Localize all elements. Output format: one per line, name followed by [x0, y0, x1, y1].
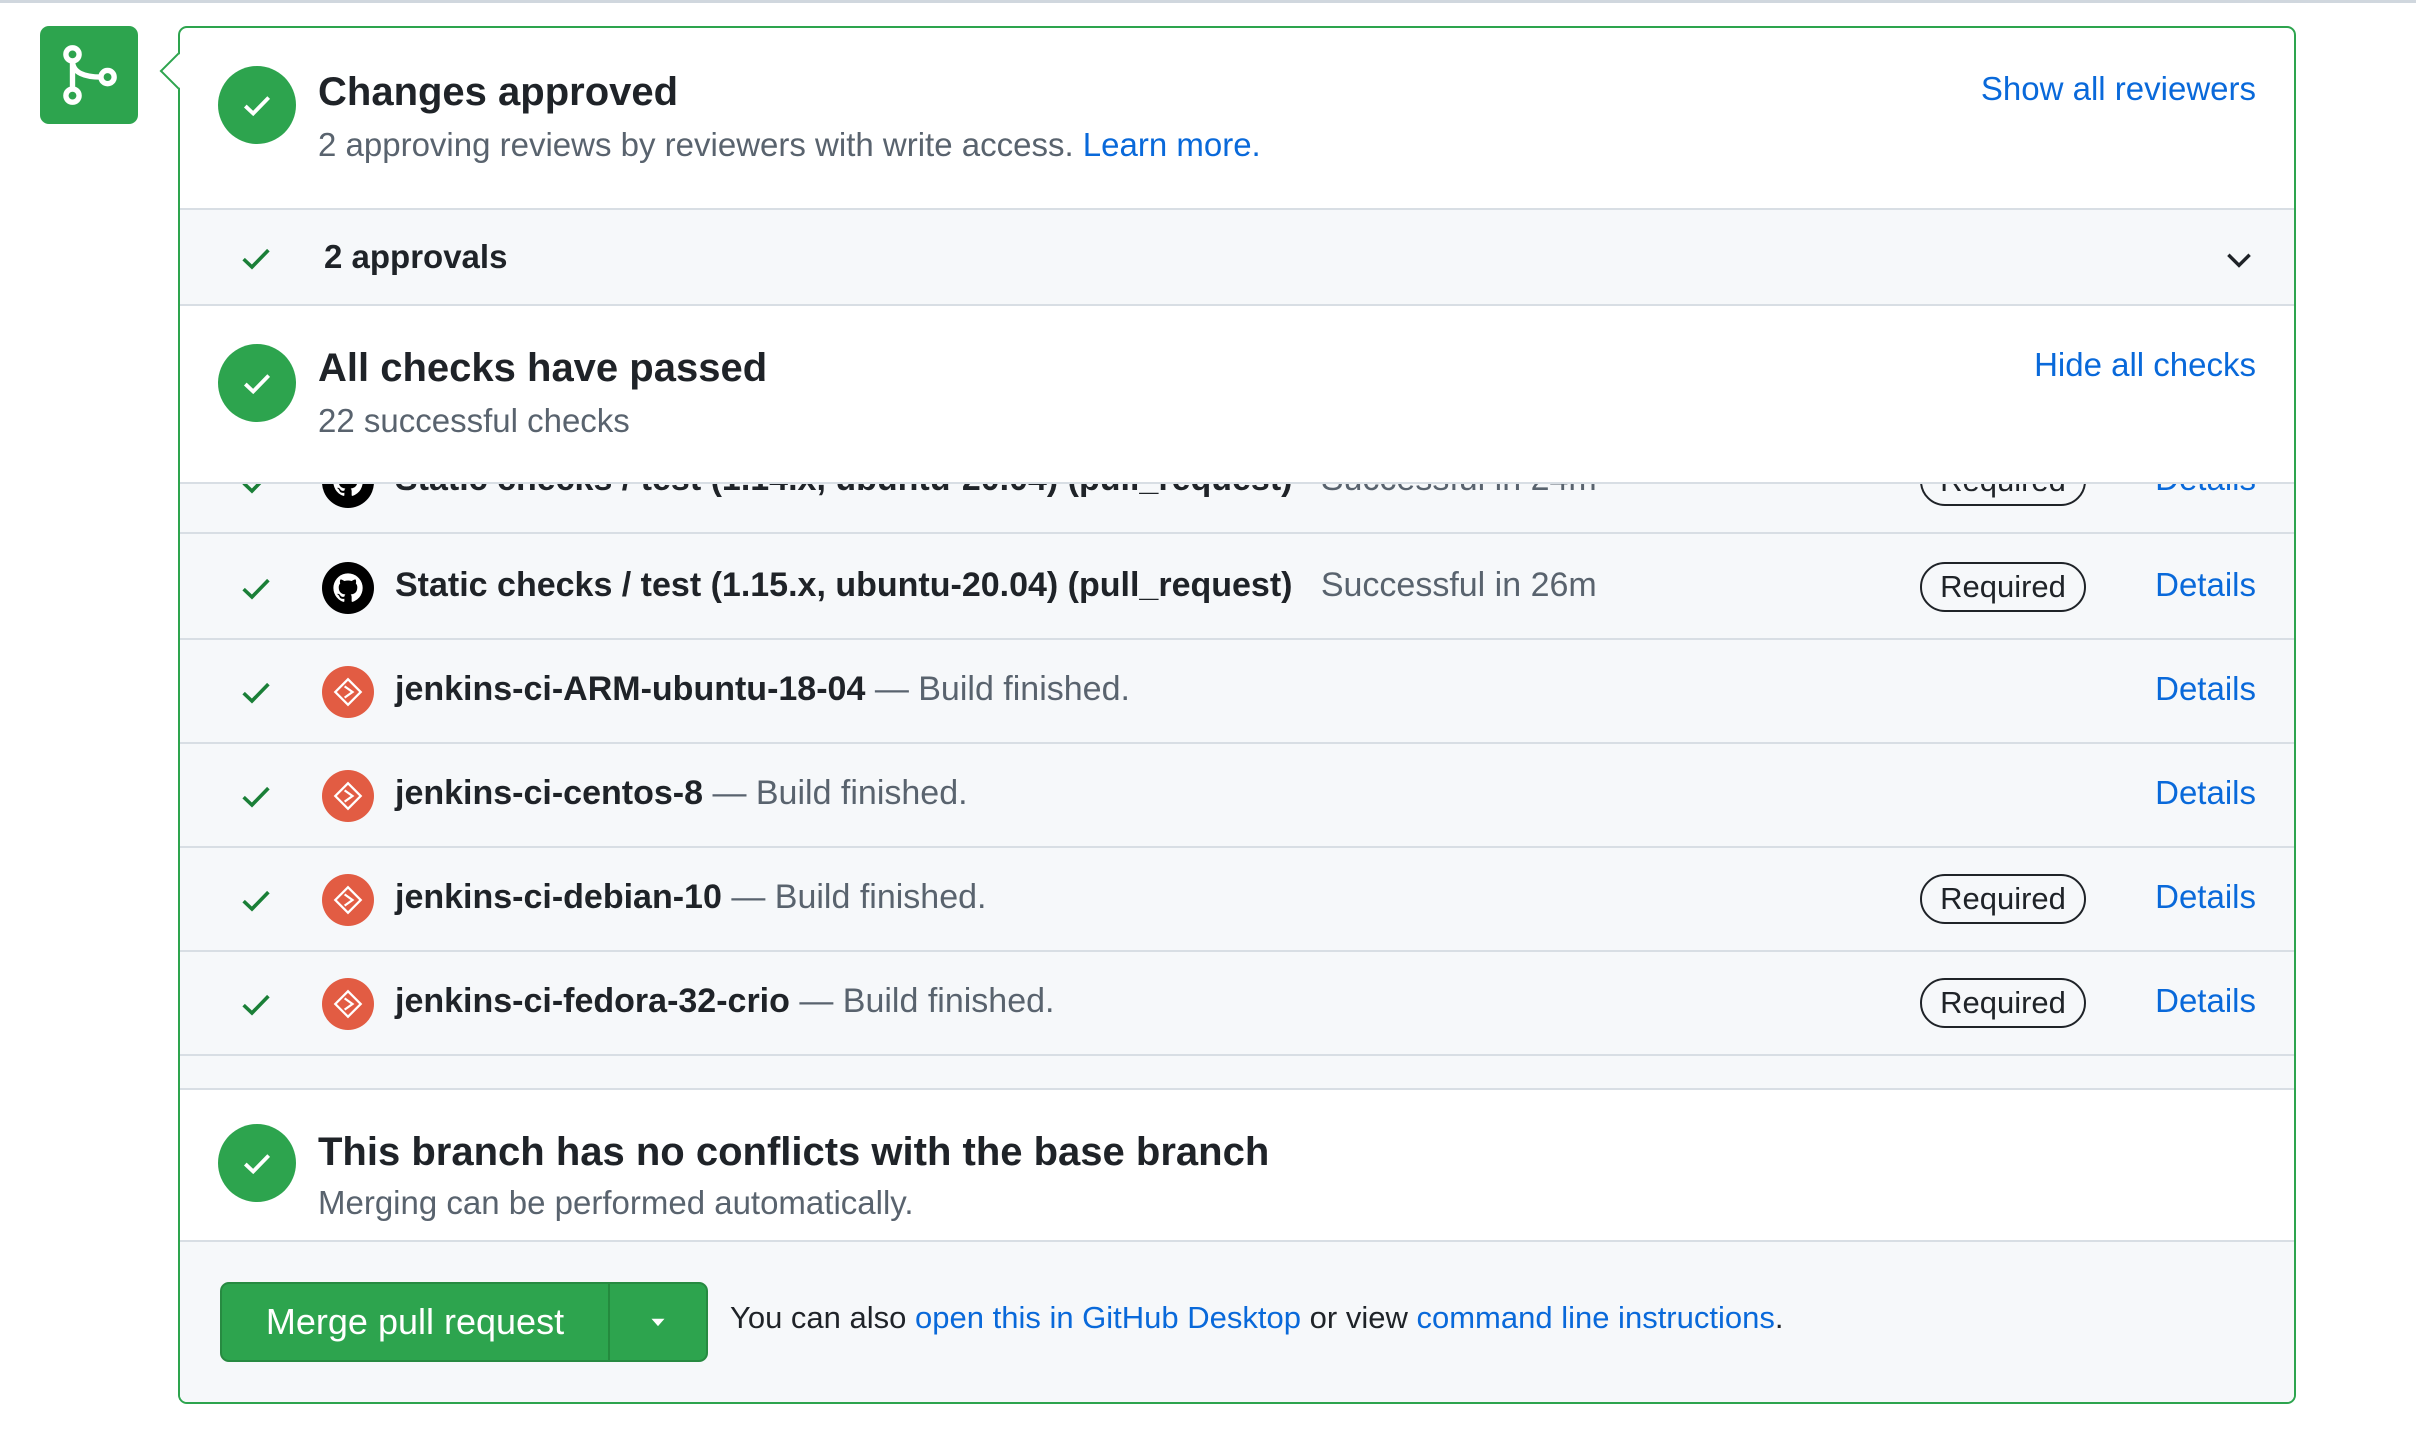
check-icon — [242, 786, 270, 808]
details-link[interactable]: Details — [2155, 484, 2256, 498]
check-name: jenkins-ci-debian-10 — Build finished. — [395, 878, 986, 917]
checks-list[interactable]: Static checks / test (1.14.x, ubuntu-20.… — [180, 482, 2294, 1088]
chevron-down-icon[interactable] — [2222, 242, 2256, 276]
check-status: Successful in 26m — [1320, 566, 1597, 604]
check-icon — [242, 890, 270, 912]
check-name: jenkins-ci-centos-8 — Build finished. — [395, 774, 968, 813]
check-title: jenkins-ci-fedora-32-crio — [395, 982, 790, 1020]
required-badge: Required — [1920, 978, 2086, 1028]
details-link[interactable]: Details — [2155, 878, 2256, 916]
check-row: jenkins-ci-ARM-ubuntu-18-04 — Build fini… — [180, 640, 2294, 744]
conflicts-title: This branch has no conflicts with the ba… — [318, 1130, 1270, 1174]
approval-check-icon — [242, 248, 270, 270]
check-icon — [242, 578, 270, 600]
hide-all-checks-link[interactable]: Hide all checks — [2034, 346, 2256, 384]
checks-subtitle: 22 successful checks — [318, 402, 630, 439]
required-badge: Required — [1920, 484, 2086, 506]
github-desktop-link[interactable]: open this in GitHub Desktop — [915, 1300, 1301, 1335]
checks-passed-icon — [218, 344, 296, 422]
check-status: Successful in 24m — [1321, 484, 1597, 498]
check-title: jenkins-ci-debian-10 — [395, 878, 722, 916]
check-status: — Build finished. — [799, 982, 1055, 1020]
check-icon — [242, 682, 270, 704]
check-title: Static checks / test (1.14.x, ubuntu-20.… — [395, 484, 1292, 498]
check-title: jenkins-ci-centos-8 — [395, 774, 703, 812]
show-all-reviewers-link[interactable]: Show all reviewers — [1981, 70, 2256, 108]
jenkins-icon — [322, 874, 374, 926]
check-name: Static checks / test (1.14.x, ubuntu-20.… — [395, 484, 1597, 499]
git-merge-icon — [40, 26, 138, 124]
jenkins-icon — [322, 978, 374, 1030]
approvals-row[interactable]: 2 approvals — [180, 208, 2294, 306]
merge-status-panel: Changes approved 2 approving reviews by … — [178, 26, 2296, 1404]
approvals-label: 2 approvals — [324, 238, 508, 275]
conflicts-section: This branch has no conflicts with the ba… — [180, 1088, 2294, 1240]
check-row: jenkins-ci-debian-10 — Build finished. R… — [180, 848, 2294, 952]
check-title: jenkins-ci-ARM-ubuntu-18-04 — [395, 670, 866, 708]
jenkins-icon — [322, 666, 374, 718]
checks-title: All checks have passed — [318, 346, 768, 390]
check-icon — [242, 994, 270, 1016]
check-status: — Build finished. — [874, 670, 1130, 708]
check-status: — Build finished. — [731, 878, 987, 916]
caret-down-icon — [651, 1318, 665, 1327]
check-icon — [242, 484, 262, 494]
merge-text-suffix: . — [1774, 1300, 1784, 1335]
check-row: jenkins-ci-fedora-32-crio — Build finish… — [180, 952, 2294, 1056]
github-logo-icon — [322, 562, 374, 614]
check-row: jenkins-ci-centos-8 — Build finished. De… — [180, 744, 2294, 848]
merge-pull-request-button[interactable]: Merge pull request — [222, 1284, 610, 1360]
approved-check-icon — [218, 66, 296, 144]
review-section: Changes approved 2 approving reviews by … — [180, 28, 2294, 208]
merge-button-group: Merge pull request — [220, 1282, 708, 1362]
learn-more-link[interactable]: Learn more. — [1083, 126, 1261, 163]
check-title: Static checks / test (1.15.x, ubuntu-20.… — [395, 566, 1293, 604]
details-link[interactable]: Details — [2155, 982, 2256, 1020]
review-title: Changes approved — [318, 70, 679, 114]
check-name: jenkins-ci-fedora-32-crio — Build finish… — [395, 982, 1054, 1021]
check-name: jenkins-ci-ARM-ubuntu-18-04 — Build fini… — [395, 670, 1130, 709]
required-badge: Required — [1920, 562, 2086, 612]
top-border — [0, 0, 2416, 3]
jenkins-icon — [322, 770, 374, 822]
conflicts-subtitle: Merging can be performed automatically. — [318, 1184, 914, 1221]
merge-options-dropdown[interactable] — [610, 1284, 706, 1360]
check-row: Static checks / test (1.14.x, ubuntu-20.… — [180, 484, 2294, 534]
checks-section: All checks have passed 22 successful che… — [180, 306, 2294, 482]
review-subtitle: 2 approving reviews by reviewers with wr… — [318, 126, 1261, 164]
merge-text-middle: or view — [1309, 1300, 1408, 1335]
merge-alternatives-text: You can also open this in GitHub Desktop… — [730, 1300, 1783, 1336]
check-name: Static checks / test (1.15.x, ubuntu-20.… — [395, 566, 1597, 605]
details-link[interactable]: Details — [2155, 774, 2256, 812]
command-line-link[interactable]: command line instructions — [1416, 1300, 1774, 1335]
check-status: — Build finished. — [712, 774, 968, 812]
review-subtitle-text: 2 approving reviews by reviewers with wr… — [318, 126, 1074, 163]
required-badge: Required — [1920, 874, 2086, 924]
check-row: Static checks / test (1.15.x, ubuntu-20.… — [180, 536, 2294, 640]
merge-text-prefix: You can also — [730, 1300, 907, 1335]
no-conflicts-icon — [218, 1124, 296, 1202]
details-link[interactable]: Details — [2155, 566, 2256, 604]
merge-footer: Merge pull request You can also open thi… — [180, 1240, 2294, 1402]
github-logo-icon — [322, 484, 374, 508]
details-link[interactable]: Details — [2155, 670, 2256, 708]
